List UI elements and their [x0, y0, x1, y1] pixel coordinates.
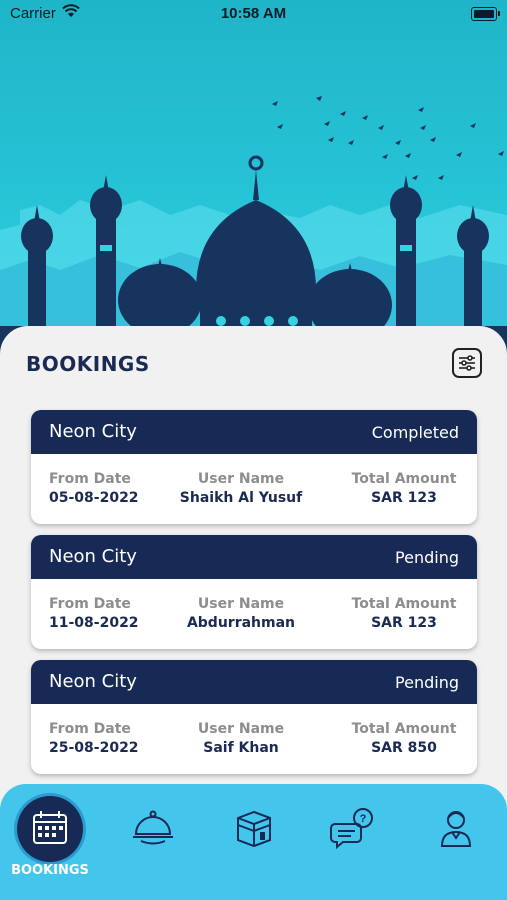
user-profile-icon: [440, 811, 472, 847]
total-amount-value: SAR 123: [371, 490, 437, 506]
status-bar: Carrier 10:58 AM: [0, 0, 507, 30]
chat-help-icon: ?: [330, 808, 373, 850]
booking-hotel-name: Neon City: [49, 546, 137, 567]
total-amount-label: Total Amount: [351, 596, 457, 612]
food-cloche-icon: [133, 810, 173, 845]
from-date-value: 05-08-2022: [49, 490, 139, 506]
sliders-icon: [459, 355, 475, 371]
user-name-value: Abdurrahman: [186, 615, 296, 631]
total-amount-value: SAR 850: [371, 740, 437, 756]
battery-icon: [471, 7, 500, 21]
booking-card[interactable]: Neon City Pending From Date 25-08-2022 U…: [31, 660, 477, 774]
total-amount-column: Total Amount SAR 850: [349, 721, 459, 756]
from-date-column: From Date 05-08-2022: [49, 471, 139, 506]
from-date-label: From Date: [49, 721, 131, 737]
total-amount-label: Total Amount: [351, 471, 457, 487]
booking-hotel-name: Neon City: [49, 421, 137, 442]
tab-kaaba[interactable]: [224, 784, 284, 884]
total-amount-column: Total Amount SAR 123: [349, 596, 459, 631]
svg-text:?: ?: [360, 813, 367, 825]
user-name-column: User Name Abdurrahman: [171, 596, 311, 631]
booking-card[interactable]: Neon City Pending From Date 11-08-2022 U…: [31, 535, 477, 649]
booking-card-body: From Date 25-08-2022 User Name Saif Khan…: [31, 704, 477, 774]
tab-bookings[interactable]: BOOKINGS: [0, 784, 100, 884]
tab-support[interactable]: ?: [325, 784, 385, 884]
from-date-label: From Date: [49, 596, 131, 612]
kaaba-icon: [237, 810, 271, 848]
user-name-label: User Name: [197, 471, 285, 487]
bottom-tab-bar: BOOKINGS ?: [0, 784, 507, 900]
total-amount-label: Total Amount: [351, 721, 457, 737]
user-name-column: User Name Saif Khan: [171, 721, 311, 756]
tab-bookings-label: BOOKINGS: [11, 863, 89, 878]
booking-status: Completed: [371, 423, 459, 442]
booking-card-header: Neon City Pending: [31, 535, 477, 579]
filter-button[interactable]: [452, 348, 482, 378]
from-date-value: 25-08-2022: [49, 740, 139, 756]
tab-food[interactable]: [123, 784, 183, 884]
user-name-label: User Name: [197, 721, 285, 737]
clock: 10:58 AM: [220, 5, 287, 22]
active-tab-indicator: [17, 796, 83, 862]
user-name-column: User Name Shaikh Al Yusuf: [171, 471, 311, 506]
hero-banner: [0, 0, 507, 360]
booking-card[interactable]: Neon City Completed From Date 05-08-2022…: [31, 410, 477, 524]
from-date-label: From Date: [49, 471, 131, 487]
from-date-column: From Date 25-08-2022: [49, 721, 139, 756]
total-amount-column: Total Amount SAR 123: [349, 471, 459, 506]
user-name-label: User Name: [197, 596, 285, 612]
booking-card-header: Neon City Pending: [31, 660, 477, 704]
page-title: BOOKINGS: [26, 352, 150, 376]
total-amount-value: SAR 123: [371, 615, 437, 631]
booking-status: Pending: [395, 673, 459, 692]
booking-card-body: From Date 05-08-2022 User Name Shaikh Al…: [31, 454, 477, 524]
mosque-skyline-illustration: [0, 96, 507, 360]
user-name-value: Shaikh Al Yusuf: [179, 490, 303, 506]
from-date-value: 11-08-2022: [49, 615, 139, 631]
user-name-value: Saif Khan: [203, 740, 279, 756]
booking-hotel-name: Neon City: [49, 671, 137, 692]
booking-status: Pending: [395, 548, 459, 567]
tab-profile[interactable]: [426, 784, 486, 884]
calendar-icon: [33, 811, 67, 844]
from-date-column: From Date 11-08-2022: [49, 596, 139, 631]
booking-card-body: From Date 11-08-2022 User Name Abdurrahm…: [31, 579, 477, 649]
booking-card-header: Neon City Completed: [31, 410, 477, 454]
